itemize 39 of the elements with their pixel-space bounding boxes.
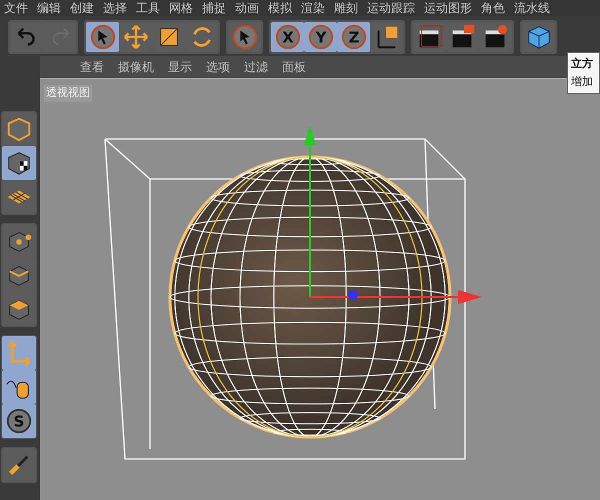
menu-item[interactable]: 流水线 <box>514 1 550 16</box>
cube-outline-icon <box>5 115 33 143</box>
menu-item[interactable]: 选择 <box>103 1 127 16</box>
rotate-tool-button[interactable] <box>185 22 218 52</box>
select-tool-button[interactable] <box>228 22 261 52</box>
viewport-menu-item[interactable]: 查看 <box>80 58 104 76</box>
menu-item[interactable]: 渲染 <box>301 1 325 16</box>
viewport-menu-item[interactable]: 过滤 <box>244 58 268 76</box>
texture-tool-button[interactable] <box>2 146 36 180</box>
viewport-menu-item[interactable]: 选项 <box>206 58 230 76</box>
menu-item[interactable]: 模拟 <box>268 1 292 16</box>
points-tool-button[interactable] <box>2 224 36 258</box>
menu-item[interactable]: 编辑 <box>37 1 61 16</box>
menu-item[interactable]: 创建 <box>70 1 94 16</box>
menu-item[interactable]: 文件 <box>4 1 28 16</box>
menu-item[interactable]: 工具 <box>136 1 160 16</box>
menu-item[interactable]: 运动图形 <box>424 1 472 16</box>
polygons-tool-button[interactable] <box>2 292 36 326</box>
render-region-tool-button[interactable] <box>413 22 446 52</box>
coord-tool-button[interactable] <box>370 22 403 52</box>
menu-item[interactable]: 雕刻 <box>334 1 358 16</box>
viewport-menu-item[interactable]: 摄像机 <box>118 58 154 76</box>
move-cross-icon <box>122 23 150 51</box>
undo-tool-button[interactable] <box>10 22 43 52</box>
select-tool-button[interactable] <box>86 22 119 52</box>
brush-tool-button[interactable] <box>2 448 36 482</box>
viewport-menu-item[interactable]: 面板 <box>282 58 306 76</box>
render-settings-tool-button[interactable] <box>479 22 512 52</box>
viewport-label: 透视视图 <box>44 85 92 102</box>
menu-item[interactable]: 角色 <box>481 1 505 16</box>
menu-item[interactable]: 运动跟踪 <box>367 1 415 16</box>
axis-corner-icon <box>5 339 33 367</box>
cube-tool-button[interactable] <box>522 22 555 52</box>
tooltip-title: 立方 <box>571 56 594 72</box>
workplane-tool-button[interactable] <box>2 180 36 214</box>
viewport-menu-item[interactable]: 显示 <box>168 58 192 76</box>
menu-item[interactable]: 动画 <box>235 1 259 16</box>
menu-item[interactable]: 捕捉 <box>202 1 226 16</box>
menu-item[interactable]: 网格 <box>169 1 193 16</box>
